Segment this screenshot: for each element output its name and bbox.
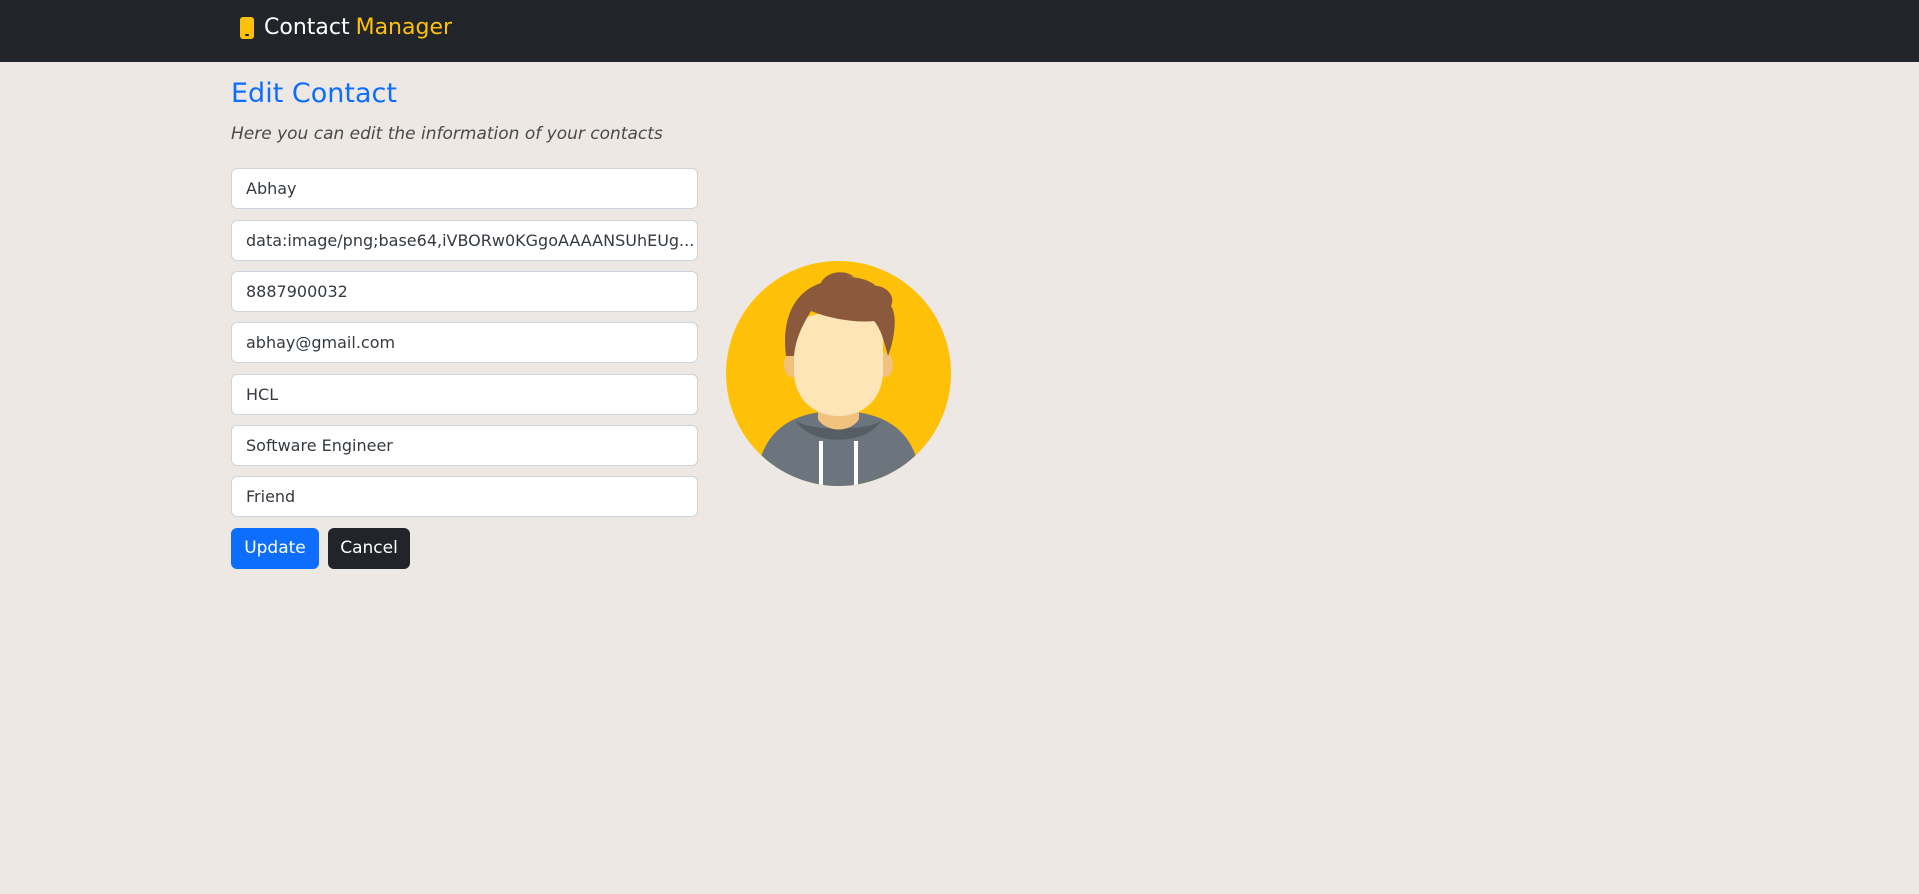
phone-icon [240, 16, 254, 39]
cancel-button[interactable]: Cancel [328, 528, 410, 569]
email-field[interactable]: abhay@gmail.com [231, 322, 698, 363]
update-button[interactable]: Update [231, 528, 319, 569]
navbar: Contact Manager [0, 0, 1919, 62]
name-field[interactable]: Abhay [231, 168, 698, 209]
avatar-image [726, 261, 951, 486]
company-field[interactable]: HCL [231, 374, 698, 415]
brand-accent: Manager [355, 15, 453, 40]
title-field[interactable]: Software Engineer [231, 425, 698, 466]
page-subtitle: Here you can edit the information of you… [231, 124, 663, 144]
page-title: Edit Contact [231, 78, 397, 109]
brand-main: Contact [264, 15, 350, 40]
group-field[interactable]: Friend [231, 476, 698, 517]
mobile-field[interactable]: 8887900032 [231, 271, 698, 312]
brand-link[interactable]: Contact Manager [240, 15, 452, 40]
photo-url-field[interactable]: data:image/png;base64,iVBORw0KGgoAAAANSU… [231, 220, 698, 261]
